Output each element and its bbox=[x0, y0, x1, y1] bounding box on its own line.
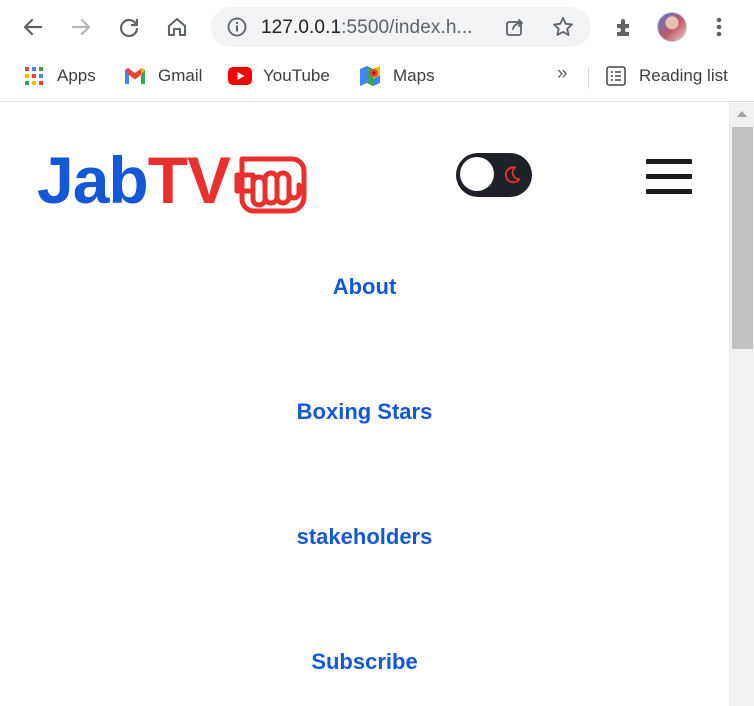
bookmark-label: Gmail bbox=[158, 66, 203, 85]
url-host: 127.0.0.1 bbox=[261, 17, 342, 38]
nav-link-about[interactable]: About bbox=[0, 274, 729, 300]
reading-list-button[interactable]: Reading list bbox=[604, 64, 728, 88]
bookmarks-bar: Apps Gmail YouTube Maps » Reading list bbox=[0, 54, 754, 102]
apps-grid-icon bbox=[22, 64, 46, 88]
gmail-icon bbox=[123, 64, 147, 88]
nav-link-subscribe[interactable]: Subscribe bbox=[0, 649, 729, 675]
home-icon[interactable] bbox=[161, 11, 193, 43]
scroll-up-arrow-icon[interactable] bbox=[737, 111, 747, 117]
site-logo[interactable]: Jab TV bbox=[37, 145, 310, 225]
profile-avatar[interactable] bbox=[657, 12, 687, 42]
bookmarks-overflow-button[interactable]: » bbox=[557, 63, 568, 85]
reading-list-icon bbox=[604, 64, 628, 88]
hamburger-menu-icon[interactable] bbox=[646, 159, 692, 195]
nav-link-stakeholders[interactable]: stakeholders bbox=[0, 524, 729, 550]
reading-list-label: Reading list bbox=[639, 66, 728, 85]
share-icon[interactable] bbox=[504, 16, 526, 43]
url-text[interactable]: 127.0.0.1:5500/index.h... bbox=[261, 17, 473, 39]
bookmark-label: Apps bbox=[57, 66, 96, 85]
maps-icon bbox=[358, 64, 382, 88]
back-icon[interactable] bbox=[17, 11, 49, 43]
toggle-knob bbox=[460, 157, 494, 191]
logo-tv-text: TV bbox=[147, 143, 231, 217]
bookmark-label: YouTube bbox=[263, 66, 330, 85]
bookmark-label: Maps bbox=[393, 66, 435, 85]
nav-link-boxing-stars[interactable]: Boxing Stars bbox=[0, 399, 729, 425]
fist-icon bbox=[234, 153, 310, 224]
bookmark-maps[interactable]: Maps bbox=[358, 64, 435, 88]
theme-toggle[interactable] bbox=[456, 153, 532, 197]
bookmark-star-icon[interactable] bbox=[551, 15, 575, 44]
reload-icon[interactable] bbox=[113, 11, 145, 43]
extensions-icon[interactable] bbox=[608, 11, 640, 43]
bookmark-gmail[interactable]: Gmail bbox=[123, 64, 202, 88]
menu-kebab-icon[interactable] bbox=[703, 11, 735, 43]
bookmark-apps[interactable]: Apps bbox=[22, 64, 96, 88]
bookmarks-divider bbox=[588, 67, 589, 89]
moon-icon bbox=[502, 165, 522, 190]
browser-toolbar: 127.0.0.1:5500/index.h... bbox=[0, 0, 754, 54]
page-viewport: Jab TV About Boxing Stars stakeholders S… bbox=[0, 103, 729, 706]
scroll-thumb[interactable] bbox=[732, 127, 753, 349]
page-scrollbar[interactable] bbox=[729, 103, 754, 706]
logo-jab-text: Jab bbox=[37, 143, 149, 217]
site-info-icon[interactable] bbox=[227, 17, 247, 42]
forward-icon[interactable] bbox=[65, 11, 97, 43]
address-bar[interactable]: 127.0.0.1:5500/index.h... bbox=[211, 7, 591, 47]
url-path: :5500/index.h... bbox=[341, 17, 473, 38]
youtube-icon bbox=[228, 64, 252, 88]
bookmark-youtube[interactable]: YouTube bbox=[228, 64, 330, 88]
